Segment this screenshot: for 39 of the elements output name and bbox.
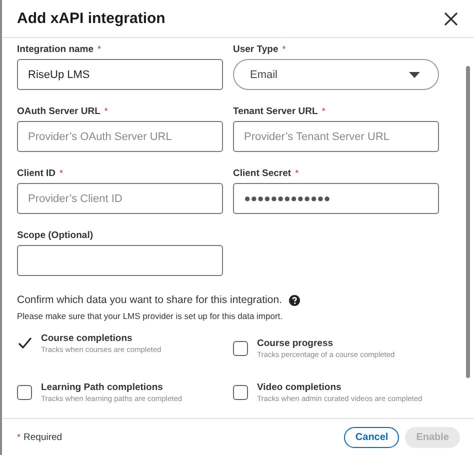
required-mark: *: [60, 168, 64, 178]
help-icon[interactable]: [288, 294, 300, 306]
required-mark: *: [17, 432, 21, 442]
secret-field[interactable]: ●●●●●●●●●●●●●: [233, 183, 439, 214]
field-label: Client Secret: [233, 168, 292, 179]
checkbox[interactable]: [233, 384, 248, 400]
dialog-title: Add xAPI integration: [17, 10, 166, 27]
input-field[interactable]: Provider’s Client ID: [17, 183, 223, 214]
checkbox[interactable]: [233, 340, 248, 356]
close-button[interactable]: [442, 10, 460, 28]
field-label: Scope (Optional): [17, 230, 93, 241]
required-mark: *: [98, 44, 102, 54]
option-label: Video completions: [257, 382, 342, 392]
caret-icon: [409, 72, 420, 78]
field-label: OAuth Server URL: [17, 106, 100, 117]
input-field[interactable]: Provider’s Tenant Server URL: [233, 121, 439, 152]
share-prompt: Confirm which data you want to share for this integration.: [17, 294, 282, 306]
close-icon: [444, 12, 458, 26]
option-label: Course progress: [257, 338, 334, 348]
required-mark: *: [282, 44, 286, 54]
cancel-button[interactable]: Cancel: [344, 426, 400, 448]
input-field[interactable]: RiseUp LMS: [17, 59, 223, 90]
input-field[interactable]: [17, 245, 223, 276]
scrollbar-thumb[interactable]: [466, 66, 470, 378]
required-mark: *: [322, 106, 326, 116]
field-label: User Type: [233, 44, 278, 55]
share-note: Please make sure that your LMS provider is set up for this data import.: [17, 311, 284, 321]
checkbox[interactable]: [17, 384, 32, 400]
user-type-dropdown[interactable]: Email: [233, 59, 439, 90]
input-field[interactable]: Provider’s OAuth Server URL: [17, 121, 223, 152]
checkbox[interactable]: [17, 336, 32, 350]
field-label: Client ID: [17, 168, 56, 179]
option-label: Course completions: [41, 332, 134, 344]
required-note: Required: [24, 432, 62, 442]
required-mark: *: [104, 106, 108, 116]
field-label: Tenant Server URL: [233, 106, 318, 117]
option-label: Learning Path completions: [41, 382, 164, 392]
field-label: Integration name: [17, 44, 94, 55]
required-mark: *: [295, 168, 299, 178]
